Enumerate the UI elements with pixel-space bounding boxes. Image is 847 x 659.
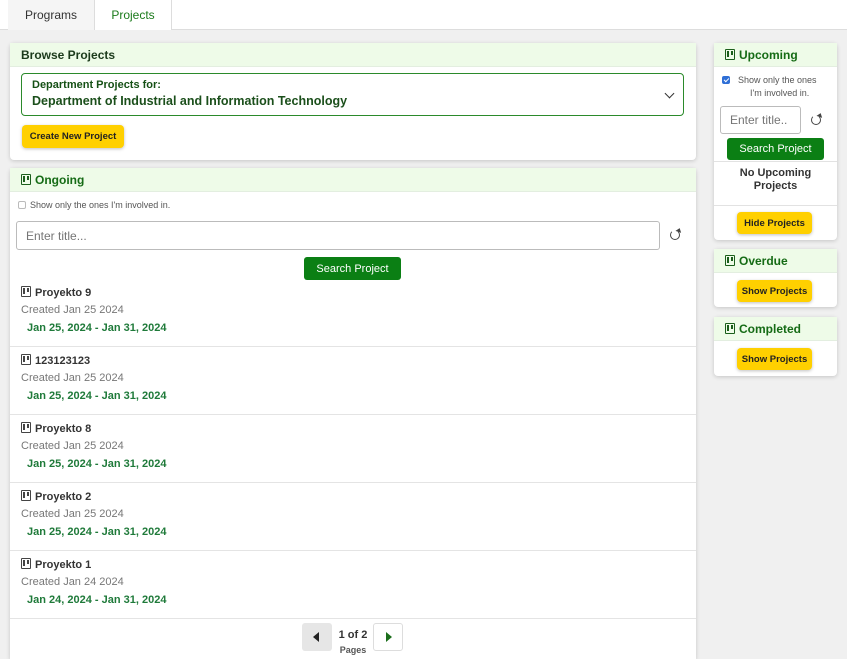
upcoming-projects-card: Upcoming Show only the ones I'm involved… <box>714 43 837 240</box>
involved-filter[interactable]: Show only the ones I'm involved in. <box>18 200 170 210</box>
ongoing-header-label: Ongoing <box>35 173 85 187</box>
involved-checkbox[interactable] <box>18 201 26 209</box>
project-title-text: Proyekto 2 <box>35 491 92 503</box>
upcoming-header-label: Upcoming <box>739 48 798 62</box>
department-select[interactable]: Department Projects for: Department of I… <box>21 73 684 116</box>
project-title-text: 123123123 <box>35 355 91 367</box>
project-list-item[interactable]: Proyekto 1 Created Jan 24 2024 Jan 24, 2… <box>10 551 696 619</box>
completed-header: Completed <box>714 317 837 341</box>
project-title-text: Proyekto 1 <box>35 559 92 571</box>
project-icon <box>21 174 31 185</box>
previous-page-button[interactable] <box>302 623 332 651</box>
project-icon <box>725 255 735 266</box>
completed-projects-card: Completed Show Projects <box>714 317 837 376</box>
project-title-text: Proyekto 9 <box>35 287 92 299</box>
pagination: 1 of 2 Pages <box>302 623 404 655</box>
page-indicator-label: Pages <box>339 645 367 655</box>
project-icon <box>21 354 31 365</box>
ongoing-header: Ongoing <box>10 168 696 192</box>
browse-projects-card: Browse Projects Department Projects for:… <box>10 43 696 160</box>
project-created: Created Jan 24 2024 <box>21 576 124 588</box>
project-title-text: Proyekto 8 <box>35 423 92 435</box>
project-created: Created Jan 25 2024 <box>21 508 124 520</box>
upcoming-header: Upcoming <box>714 43 837 67</box>
project-title: Proyekto 1 <box>21 558 91 571</box>
project-list-item[interactable]: Proyekto 2 Created Jan 25 2024 Jan 25, 2… <box>10 483 696 551</box>
tab-projects[interactable]: Projects <box>94 0 172 30</box>
upcoming-involved-filter[interactable]: Show only the ones I'm involved in. <box>722 74 834 100</box>
project-list-item[interactable]: Proyekto 9 Created Jan 25 2024 Jan 25, 2… <box>10 279 696 347</box>
project-list-item[interactable]: 123123123 Created Jan 25 2024 Jan 25, 20… <box>10 347 696 415</box>
divider <box>714 205 837 206</box>
project-icon <box>21 490 31 501</box>
ongoing-search-button[interactable]: Search Project <box>304 257 401 280</box>
next-page-button[interactable] <box>373 623 403 651</box>
project-dates: Jan 25, 2024 - Jan 31, 2024 <box>27 458 167 470</box>
upcoming-search-input[interactable] <box>720 106 801 134</box>
project-title: Proyekto 2 <box>21 490 91 503</box>
ongoing-search-input[interactable] <box>16 221 660 250</box>
no-upcoming-message: No Upcoming Projects <box>714 167 837 193</box>
project-title: 123123123 <box>21 354 90 367</box>
browse-projects-header: Browse Projects <box>10 43 696 67</box>
project-title: Proyekto 8 <box>21 422 91 435</box>
project-icon <box>21 558 31 569</box>
ongoing-projects-card: Ongoing Show only the ones I'm involved … <box>10 168 696 659</box>
refresh-icon[interactable] <box>670 230 680 240</box>
department-select-label: Department Projects for: <box>32 79 161 91</box>
show-overdue-button[interactable]: Show Projects <box>737 280 812 302</box>
project-created: Created Jan 25 2024 <box>21 304 124 316</box>
project-icon <box>21 422 31 433</box>
project-icon <box>725 323 735 334</box>
upcoming-involved-label-1: Show only the ones <box>738 75 817 85</box>
project-icon <box>21 286 31 297</box>
top-tab-bar: Programs Projects <box>0 0 847 30</box>
completed-header-label: Completed <box>739 322 802 336</box>
refresh-icon[interactable] <box>811 115 821 125</box>
show-completed-button[interactable]: Show Projects <box>737 348 812 370</box>
project-title: Proyekto 9 <box>21 286 91 299</box>
upcoming-search-button[interactable]: Search Project <box>727 138 824 160</box>
hide-upcoming-button[interactable]: Hide Projects <box>737 212 812 234</box>
project-icon <box>725 49 735 60</box>
department-select-value: Department of Industrial and Information… <box>32 94 348 108</box>
page-indicator: 1 of 2 <box>338 629 368 641</box>
project-list-item[interactable]: Proyekto 8 Created Jan 25 2024 Jan 25, 2… <box>10 415 696 483</box>
overdue-header: Overdue <box>714 249 837 273</box>
upcoming-involved-label-2: I'm involved in. <box>750 88 810 98</box>
no-upcoming-line-1: No Upcoming <box>739 167 812 179</box>
overdue-header-label: Overdue <box>739 254 788 268</box>
create-new-project-button[interactable]: Create New Project <box>22 125 124 148</box>
involved-checkbox-label: Show only the ones I'm involved in. <box>30 200 171 210</box>
tab-programs[interactable]: Programs <box>8 0 94 30</box>
project-dates: Jan 25, 2024 - Jan 31, 2024 <box>27 322 167 334</box>
project-dates: Jan 25, 2024 - Jan 31, 2024 <box>27 390 167 402</box>
upcoming-involved-checkbox[interactable] <box>722 76 730 84</box>
overdue-projects-card: Overdue Show Projects <box>714 249 837 307</box>
project-dates: Jan 25, 2024 - Jan 31, 2024 <box>27 526 167 538</box>
no-upcoming-line-2: Projects <box>753 180 798 192</box>
divider <box>714 161 837 162</box>
project-dates: Jan 24, 2024 - Jan 31, 2024 <box>27 594 167 606</box>
project-created: Created Jan 25 2024 <box>21 372 124 384</box>
project-created: Created Jan 25 2024 <box>21 440 124 452</box>
